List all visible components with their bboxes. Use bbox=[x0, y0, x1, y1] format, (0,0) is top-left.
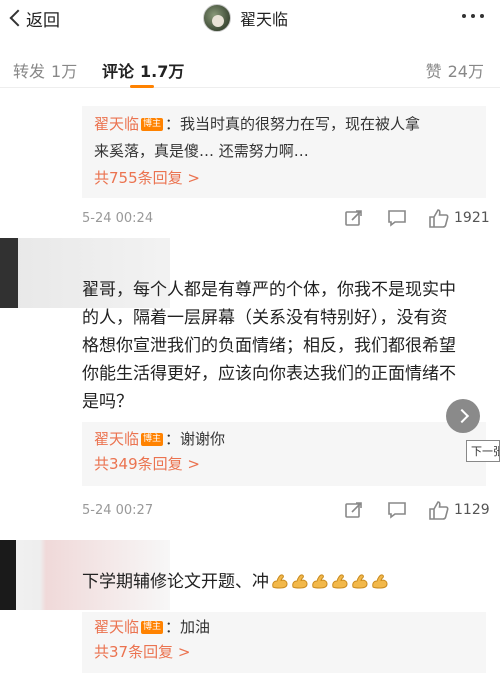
flexed-biceps-icon bbox=[291, 570, 309, 589]
reply-box[interactable]: 翟天临 博主 ：谢谢你 共349条回复 > bbox=[82, 422, 486, 486]
flexed-biceps-icon bbox=[371, 570, 389, 589]
tab-like-label: 赞 bbox=[425, 62, 442, 81]
comment-icon[interactable] bbox=[387, 208, 407, 232]
tab-active-indicator bbox=[130, 85, 154, 88]
more-icon[interactable] bbox=[462, 14, 484, 18]
like-button[interactable]: 1129 bbox=[428, 500, 490, 520]
share-icon[interactable] bbox=[344, 500, 364, 524]
thumbs-up-icon bbox=[429, 501, 449, 520]
reply-line: 翟天临 博主 ：谢谢你 bbox=[82, 426, 486, 453]
comment-icon[interactable] bbox=[387, 500, 407, 524]
reply-box[interactable]: 翟天临 博主 ：加油 共37条回复 > bbox=[82, 612, 486, 673]
tab-comment-count: 1.7万 bbox=[140, 62, 185, 81]
like-count: 1921 bbox=[454, 210, 490, 226]
like-button[interactable]: 1921 bbox=[428, 208, 490, 228]
reply-author[interactable]: 翟天临 bbox=[94, 618, 139, 636]
reply-author[interactable]: 翟天临 bbox=[94, 115, 139, 133]
reply-text-cont: 来奚落，真是傻… 还需努力啊… bbox=[94, 142, 309, 160]
comment-body: 下学期辅修论文开题、冲 bbox=[82, 568, 486, 596]
back-button[interactable]: 返回 bbox=[8, 6, 60, 31]
tab-repost-count: 1万 bbox=[51, 62, 78, 81]
top-nav-bar: 返回 翟天临 bbox=[0, 0, 500, 38]
reply-line: 翟天临 博主 ：加油 bbox=[82, 614, 486, 641]
reply-separator: ： bbox=[165, 115, 181, 133]
avatar[interactable] bbox=[203, 4, 231, 32]
page-title: 翟天临 bbox=[240, 10, 289, 29]
tab-like[interactable]: 赞 24万 bbox=[426, 58, 484, 82]
reply-text: 加油 bbox=[180, 618, 211, 636]
nav-user[interactable]: 翟天临 bbox=[203, 3, 288, 33]
blogger-badge: 博主 bbox=[141, 433, 164, 446]
flexed-biceps-icon bbox=[311, 570, 329, 589]
reply-author[interactable]: 翟天临 bbox=[94, 430, 139, 448]
reply-line: 翟天临 博主 ：我当时真的很努力在写，现在被人拿 bbox=[82, 111, 486, 138]
emoji-row bbox=[269, 572, 389, 592]
comment-line: 的人，隔着一层屏幕（关系没有特别好），没有资 bbox=[82, 308, 448, 328]
comment-meta: 5-24 00:24 1921 bbox=[82, 208, 490, 232]
reply-text: 谢谢你 bbox=[180, 430, 226, 448]
tab-comment-label: 评论 bbox=[102, 62, 135, 81]
reply-separator: ： bbox=[165, 430, 181, 448]
share-icon[interactable] bbox=[344, 208, 364, 232]
comment-line: 格想你宣泄我们的负面情绪；相反，我们都很希望 bbox=[82, 336, 456, 356]
blogger-badge: 博主 bbox=[141, 621, 164, 634]
flexed-biceps-icon bbox=[271, 570, 289, 589]
comment-line: 翟哥，每个人都是有尊严的个体，你我不是现实中 bbox=[82, 280, 456, 300]
tab-repost-label: 转发 bbox=[13, 62, 46, 81]
tab-bar: 转发 1万 评论 1.7万 赞 24万 bbox=[0, 52, 500, 88]
reply-separator: ： bbox=[165, 618, 181, 636]
flexed-biceps-icon bbox=[331, 570, 349, 589]
comment-line: 你能生活得更好，应该向你表达我们的正面情绪不 bbox=[82, 364, 456, 384]
reply-box[interactable]: 翟天临 博主 ：我当时真的很努力在写，现在被人拿 来奚落，真是傻… 还需努力啊… 共… bbox=[82, 106, 486, 198]
thumbs-up-icon bbox=[429, 209, 449, 228]
tab-comment[interactable]: 评论 1.7万 bbox=[102, 58, 184, 82]
tooltip: 下一张 bbox=[466, 440, 500, 462]
chevron-left-icon bbox=[9, 9, 27, 27]
comment-text: 下学期辅修论文开题、冲 bbox=[82, 572, 269, 592]
tab-like-count: 24万 bbox=[447, 62, 484, 81]
comment-body: 翟哥，每个人都是有尊严的个体，你我不是现实中 的人，隔着一层屏幕（关系没有特别好… bbox=[82, 276, 486, 416]
comment-time: 5-24 00:27 bbox=[82, 503, 154, 518]
more-replies-link[interactable]: 共755条回复 > bbox=[82, 167, 486, 188]
reply-text: 我当时真的很努力在写，现在被人拿 bbox=[180, 115, 421, 133]
more-replies-link[interactable]: 共37条回复 > bbox=[82, 641, 486, 662]
comment-line: 是吗？ bbox=[82, 392, 133, 412]
more-replies-link[interactable]: 共349条回复 > bbox=[82, 453, 486, 474]
back-label: 返回 bbox=[26, 10, 60, 31]
like-count: 1129 bbox=[454, 502, 490, 518]
blogger-badge: 博主 bbox=[141, 118, 164, 131]
flexed-biceps-icon bbox=[351, 570, 369, 589]
comment-time: 5-24 00:24 bbox=[82, 211, 154, 226]
comment-meta: 5-24 00:27 1129 bbox=[82, 500, 490, 524]
tab-repost[interactable]: 转发 1万 bbox=[13, 58, 77, 82]
next-image-button[interactable] bbox=[446, 399, 480, 433]
